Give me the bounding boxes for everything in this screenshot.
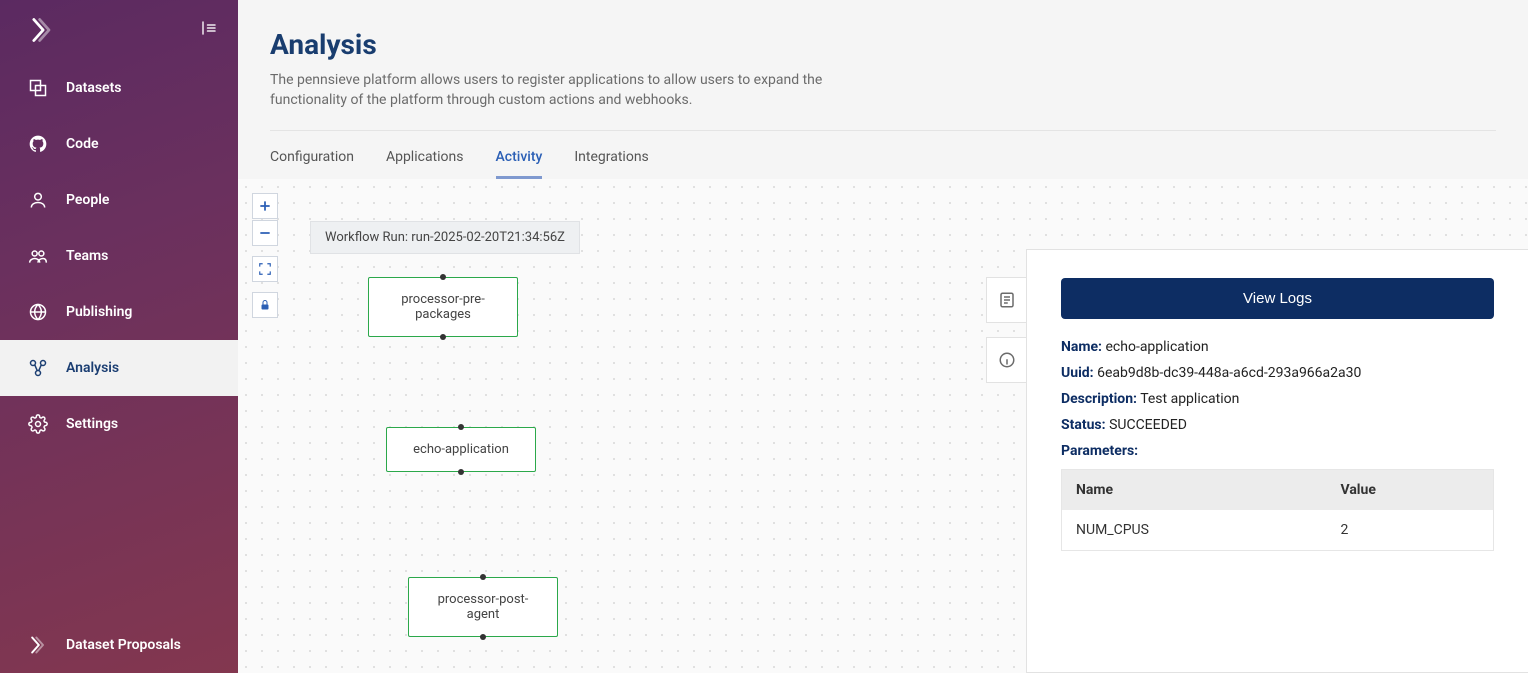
parameters-table: Name Value NUM_CPUS 2	[1061, 469, 1494, 551]
fit-view-button[interactable]	[252, 256, 278, 282]
sidebar-item-publishing[interactable]: Publishing	[0, 284, 238, 340]
detail-name-value: echo-application	[1106, 339, 1209, 355]
tab-activity[interactable]: Activity	[496, 131, 543, 179]
page-title: Analysis	[270, 28, 1496, 61]
side-tab-info[interactable]	[986, 337, 1026, 383]
github-icon	[28, 134, 48, 154]
sidebar-item-label: Publishing	[66, 304, 132, 320]
sidebar-item-label: Teams	[66, 248, 108, 264]
view-logs-button[interactable]: View Logs	[1061, 278, 1494, 319]
side-tab-details[interactable]	[986, 277, 1026, 323]
sidebar-item-people[interactable]: People	[0, 172, 238, 228]
detail-status-value: SUCCEEDED	[1109, 417, 1187, 433]
tabs: Configuration Applications Activity Inte…	[238, 131, 1528, 179]
teams-icon	[28, 246, 48, 266]
details-panel: View Logs Name: echo-application Uuid: 6…	[1026, 249, 1528, 673]
table-row: NUM_CPUS 2	[1062, 510, 1494, 551]
sidebar-item-label: People	[66, 192, 109, 208]
sidebar: Datasets Code People Teams Publishing	[0, 0, 238, 673]
param-header-name: Name	[1062, 470, 1327, 511]
sidebar-item-datasets[interactable]: Datasets	[0, 60, 238, 116]
workflow-node-pre[interactable]: processor-pre-packages	[368, 277, 518, 337]
sidebar-collapse-icon[interactable]	[200, 19, 218, 41]
proposals-icon	[28, 635, 48, 655]
lock-view-button[interactable]	[252, 292, 278, 318]
workflow-node-echo[interactable]: echo-application	[386, 427, 536, 472]
datasets-icon	[28, 78, 48, 98]
detail-description-label: Description:	[1061, 391, 1137, 407]
sidebar-item-dataset-proposals[interactable]: Dataset Proposals	[0, 617, 238, 673]
canvas-controls	[252, 193, 278, 318]
sidebar-item-label: Code	[66, 136, 99, 152]
param-header-value: Value	[1326, 470, 1493, 511]
sidebar-item-analysis[interactable]: Analysis	[0, 340, 238, 396]
param-value: 2	[1326, 510, 1493, 551]
sidebar-item-code[interactable]: Code	[0, 116, 238, 172]
zoom-out-button[interactable]	[252, 220, 278, 246]
sidebar-item-settings[interactable]: Settings	[0, 396, 238, 452]
workflow-node-post[interactable]: processor-post-agent	[408, 577, 558, 637]
page-description: The pennsieve platform allows users to r…	[270, 71, 830, 110]
detail-parameters-label: Parameters:	[1061, 443, 1138, 459]
detail-status-label: Status:	[1061, 417, 1106, 433]
detail-uuid-value: 6eab9d8b-dc39-448a-a6cd-293a966a2a30	[1097, 365, 1361, 381]
analysis-icon	[28, 358, 48, 378]
person-icon	[28, 190, 48, 210]
main-content: Analysis The pennsieve platform allows u…	[238, 0, 1528, 673]
globe-icon	[28, 302, 48, 322]
sidebar-item-label: Analysis	[66, 360, 119, 376]
param-name: NUM_CPUS	[1062, 510, 1327, 551]
tab-integrations[interactable]: Integrations	[574, 131, 648, 179]
detail-name-label: Name:	[1061, 339, 1102, 355]
detail-uuid-label: Uuid:	[1061, 365, 1094, 381]
sidebar-item-label: Settings	[66, 416, 118, 432]
sidebar-item-label: Dataset Proposals	[66, 637, 181, 653]
tab-configuration[interactable]: Configuration	[270, 131, 354, 179]
sidebar-item-teams[interactable]: Teams	[0, 228, 238, 284]
sidebar-item-label: Datasets	[66, 80, 122, 96]
workflow-run-label: Workflow Run: run-2025-02-20T21:34:56Z	[310, 221, 580, 254]
detail-description-value: Test application	[1140, 391, 1239, 407]
gear-icon	[28, 414, 48, 434]
tab-applications[interactable]: Applications	[386, 131, 464, 179]
zoom-in-button[interactable]	[252, 193, 278, 219]
app-logo	[28, 16, 56, 44]
